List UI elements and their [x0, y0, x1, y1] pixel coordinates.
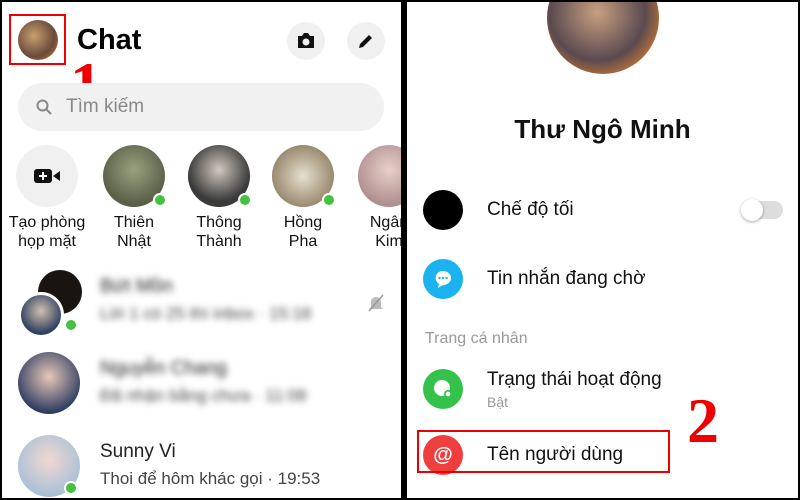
active-status-label: Trạng thái hoạt động [487, 368, 662, 390]
compose-button[interactable] [347, 22, 385, 60]
highlight-box-1 [9, 14, 66, 65]
search-input[interactable]: Tìm kiếm [18, 83, 384, 131]
search-icon [36, 99, 52, 115]
dark-mode-label: Chế độ tối [487, 199, 574, 220]
pencil-icon [359, 35, 372, 48]
chat-row[interactable]: Nguyễn Chang Đã nhận bằng chưa · 11:08 [18, 352, 388, 422]
avatar [18, 352, 80, 414]
active-status-item[interactable]: Trạng thái hoạt động Bật [423, 364, 793, 414]
online-indicator [153, 193, 167, 207]
story-label: Thiên Nhật [113, 214, 155, 250]
dark-mode-item[interactable]: Chế độ tối [423, 185, 793, 235]
chat-row[interactable]: Sunny Vi Thoi để hôm khác gọi · 19:53 [18, 435, 388, 498]
chat-message: Đã nhận bằng chưa · 11:08 [100, 386, 307, 405]
camera-icon [298, 33, 314, 48]
avatar [18, 292, 64, 338]
chat-message: Thoi để hôm khác gọi · 19:53 [100, 469, 321, 488]
online-indicator [64, 318, 78, 332]
page-title: Chat [77, 24, 142, 56]
step-number-2: 2 [687, 385, 719, 456]
story-label: Thông Thành [196, 214, 242, 250]
story-item[interactable]: Thiên Nhật [92, 145, 176, 251]
online-indicator [238, 193, 252, 207]
profile-name: Thư Ngô Minh [514, 114, 691, 144]
muted-bell-icon [368, 294, 384, 312]
search-placeholder: Tìm kiếm [66, 96, 145, 117]
story-item[interactable]: Hồng Pha [261, 145, 345, 251]
message-requests-label: Tin nhắn đang chờ [487, 268, 646, 289]
story-label: Tạo phòng họp mặt [8, 214, 86, 250]
chat-name: Nguyễn Chang [100, 358, 227, 379]
camera-button[interactable] [287, 22, 325, 60]
section-header: Trang cá nhân [425, 330, 528, 347]
story-label: Ngân Kim [369, 214, 401, 250]
story-item[interactable]: Ngân Kim [347, 145, 401, 251]
dark-mode-toggle[interactable] [741, 199, 783, 221]
moon-icon [438, 202, 446, 218]
story-item[interactable]: Thông Thành [177, 145, 261, 251]
online-indicator [64, 481, 78, 495]
chat-name: Sunny Vi [100, 441, 176, 462]
avatar [358, 145, 401, 207]
avatar [103, 145, 167, 207]
chat-message: Lời 1 có 25 thì inbox · 15:18 [100, 304, 312, 323]
chat-bubble-icon [435, 270, 451, 288]
avatar [272, 145, 336, 207]
highlight-box-2 [417, 430, 670, 473]
active-status-value: Bật [487, 393, 509, 410]
create-room-button[interactable]: Tạo phòng họp mặt [5, 145, 89, 251]
avatar [188, 145, 252, 207]
active-status-icon [434, 380, 452, 398]
profile-photo [547, 2, 659, 74]
chat-panel: 1 Chat Tìm kiếm Tạo phòng họp mặt Thiên … [2, 2, 401, 498]
chat-row[interactable]: Bứt Mồn Lời 1 có 25 thì inbox · 15:18 [18, 270, 388, 340]
video-plus-icon [34, 169, 60, 183]
message-requests-item[interactable]: Tin nhắn đang chờ [423, 254, 793, 304]
chat-name: Bứt Mồn [100, 276, 173, 297]
story-label: Hồng Pha [283, 214, 323, 250]
online-indicator [322, 193, 336, 207]
profile-panel: Thư Ngô Minh Chế độ tối Tin nhắn đang ch… [407, 2, 798, 498]
